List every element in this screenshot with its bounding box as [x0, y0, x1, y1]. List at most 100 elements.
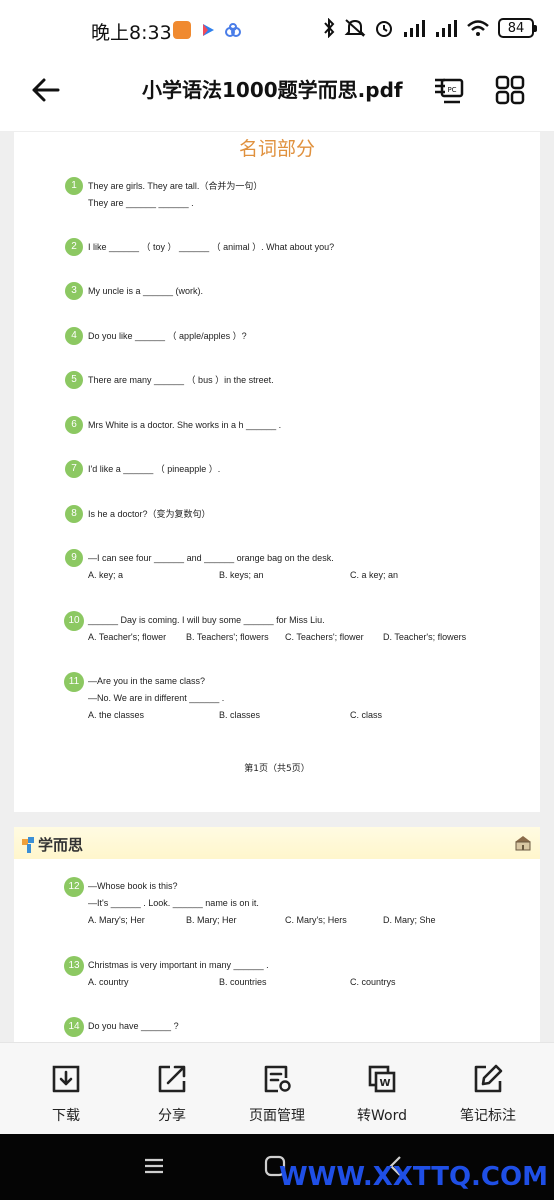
- page-manage-icon: [264, 1065, 291, 1093]
- question-text: ______ Day is coming. I will buy some __…: [88, 615, 325, 625]
- question-number: 3: [65, 282, 83, 300]
- app-bar: 小学语法1000题学而思.pdf PC: [0, 60, 554, 132]
- download-icon: [52, 1065, 80, 1093]
- answer-option: A. the classes: [88, 710, 145, 720]
- question-number: 1: [65, 177, 83, 195]
- signal-icon-2: [436, 20, 457, 37]
- question-number: 6: [65, 416, 83, 434]
- pc-view-icon[interactable]: PC: [430, 72, 466, 108]
- question-text: Is he a doctor?（变为复数句）: [88, 509, 211, 519]
- question-number: 5: [65, 371, 83, 389]
- signal-icon-1: [404, 20, 425, 37]
- question-text: They are ______ ______ .: [88, 198, 194, 208]
- question-text: —It's ______ . Look. ______ name is on i…: [88, 898, 259, 908]
- question-text: —Whose book is this?: [88, 881, 178, 891]
- system-nav-bar: WWW.XXTTQ.COM: [0, 1134, 554, 1200]
- status-time: 晚上8:33: [91, 22, 172, 44]
- question-number: 10: [64, 611, 84, 631]
- answer-option: B. classes: [219, 710, 261, 720]
- pdf-page-1: 名词部分 1 They are girls. They are tall.（合并…: [14, 132, 540, 812]
- question-number: 9: [65, 549, 83, 567]
- question-number: 4: [65, 327, 83, 345]
- question-item: 14 Do you have ______ ?: [64, 1017, 179, 1037]
- section-title: 名词部分: [238, 138, 315, 160]
- question-text: I like ______ （ toy ） ______ （ animal ）.…: [88, 242, 335, 252]
- document-title: 小学语法1000题学而思.pdf: [142, 78, 403, 102]
- battery-level: 84: [507, 20, 525, 36]
- download-button[interactable]: 下载: [11, 1043, 121, 1135]
- svg-text:PC: PC: [447, 86, 456, 94]
- brand-name: 学而思: [38, 836, 84, 854]
- answer-option: A. Teacher's; flower: [88, 632, 167, 642]
- answer-option: C. class: [350, 710, 383, 720]
- bluetooth-icon: [324, 18, 335, 38]
- page-manage-button[interactable]: 页面管理: [222, 1043, 332, 1135]
- answer-option: B. keys; an: [219, 570, 264, 580]
- question-item: 3 My uncle is a ______ (work).: [65, 282, 204, 300]
- question-item: 9 —I can see four ______ and ______ oran…: [65, 549, 398, 584]
- question-number: 13: [64, 956, 84, 976]
- menu-icon[interactable]: [142, 1154, 166, 1178]
- question-number: 12: [64, 877, 84, 897]
- alarm-icon: [376, 21, 392, 37]
- answer-option: C. Teachers'; flower: [285, 632, 364, 642]
- answer-option: B. Teachers'; flowers: [186, 632, 269, 642]
- question-item: 7 I'd like a ______ （ pineapple ）.: [65, 460, 221, 478]
- answer-option: C. a key; an: [350, 570, 399, 580]
- svg-text:W: W: [379, 1078, 390, 1089]
- cloud-app-icon: [225, 23, 241, 37]
- annotate-button[interactable]: 笔记标注: [433, 1043, 543, 1135]
- question-text: —Are you in the same class?: [88, 676, 206, 686]
- bottom-toolbar: 下载 分享 页面管理 W 转Word 笔记标注: [0, 1042, 554, 1134]
- question-item: 2 I like ______ （ toy ） ______ （ animal …: [65, 238, 335, 256]
- question-text: I'd like a ______ （ pineapple ）.: [88, 464, 221, 474]
- notification-app-icon: [173, 21, 191, 39]
- back-arrow-icon[interactable]: [28, 72, 64, 108]
- download-label: 下载: [52, 1108, 80, 1124]
- share-button[interactable]: 分享: [117, 1043, 227, 1135]
- answer-option: C. Mary's; Hers: [285, 915, 347, 925]
- status-bar: 晚上8:33 84: [0, 0, 554, 60]
- page-footer: 第1页（共5页）: [244, 764, 310, 774]
- pdf-page-2: 学而思 12 —Whose book is this? —It's ______…: [14, 827, 540, 1042]
- question-text: There are many ______ （ bus ）in the stre…: [88, 375, 274, 385]
- answer-options: A. Mary's; Her B. Mary; Her C. Mary's; H…: [66, 912, 436, 929]
- question-item: 4 Do you like ______ （ apple/apples ）?: [65, 327, 247, 345]
- annotate-edit-icon: [474, 1064, 503, 1093]
- answer-options: A. Teacher's; flower B. Teachers'; flowe…: [66, 629, 466, 646]
- answer-options: A. key; a B. keys; an C. a key; an: [66, 567, 398, 584]
- question-text: Mrs White is a doctor. She works in a h …: [88, 420, 282, 430]
- brand-logo: 学而思: [22, 834, 83, 855]
- document-viewer[interactable]: 名词部分 1 They are girls. They are tall.（合并…: [0, 132, 554, 1042]
- school-icon: [515, 836, 531, 851]
- question-number: 8: [65, 505, 83, 523]
- share-label: 分享: [158, 1108, 186, 1124]
- question-text: Christmas is very important in many ____…: [88, 960, 269, 970]
- to-word-button[interactable]: W 转Word: [327, 1043, 437, 1135]
- question-number: 11: [64, 672, 84, 692]
- answer-option: A. key; a: [88, 570, 124, 580]
- question-item: 1 They are girls. They are tall.（合并为一句） …: [65, 177, 263, 212]
- page-manage-label: 页面管理: [249, 1108, 305, 1124]
- grid-menu-icon[interactable]: [492, 72, 528, 108]
- answer-option: D. Mary; She: [383, 915, 436, 925]
- to-word-label: 转Word: [357, 1108, 407, 1124]
- question-text: Do you like ______ （ apple/apples ）?: [88, 331, 247, 341]
- question-text: They are girls. They are tall.（合并为一句）: [88, 181, 263, 191]
- watermark-text: WWW.XXTTQ.COM: [279, 1162, 548, 1192]
- question-item: 8 Is he a doctor?（变为复数句）: [65, 505, 211, 523]
- answer-option: B. Mary; Her: [186, 915, 237, 925]
- answer-option: D. Teacher's; flowers: [383, 632, 467, 642]
- question-item: 6 Mrs White is a doctor. She works in a …: [65, 416, 282, 434]
- video-app-icon: [203, 24, 214, 36]
- answer-options: A. country B. countries C. countrys: [66, 974, 396, 991]
- question-item: 5 There are many ______ （ bus ）in the st…: [65, 371, 274, 389]
- word-convert-icon: W: [368, 1065, 396, 1093]
- answer-option: C. countrys: [350, 977, 396, 987]
- page-banner: 学而思: [14, 827, 540, 859]
- mute-icon: [344, 19, 366, 37]
- question-item: 12 —Whose book is this? —It's ______ . L…: [64, 877, 436, 929]
- question-text: My uncle is a ______ (work).: [88, 286, 204, 296]
- brand-logo-icon: [22, 836, 34, 853]
- question-number: 14: [64, 1017, 84, 1037]
